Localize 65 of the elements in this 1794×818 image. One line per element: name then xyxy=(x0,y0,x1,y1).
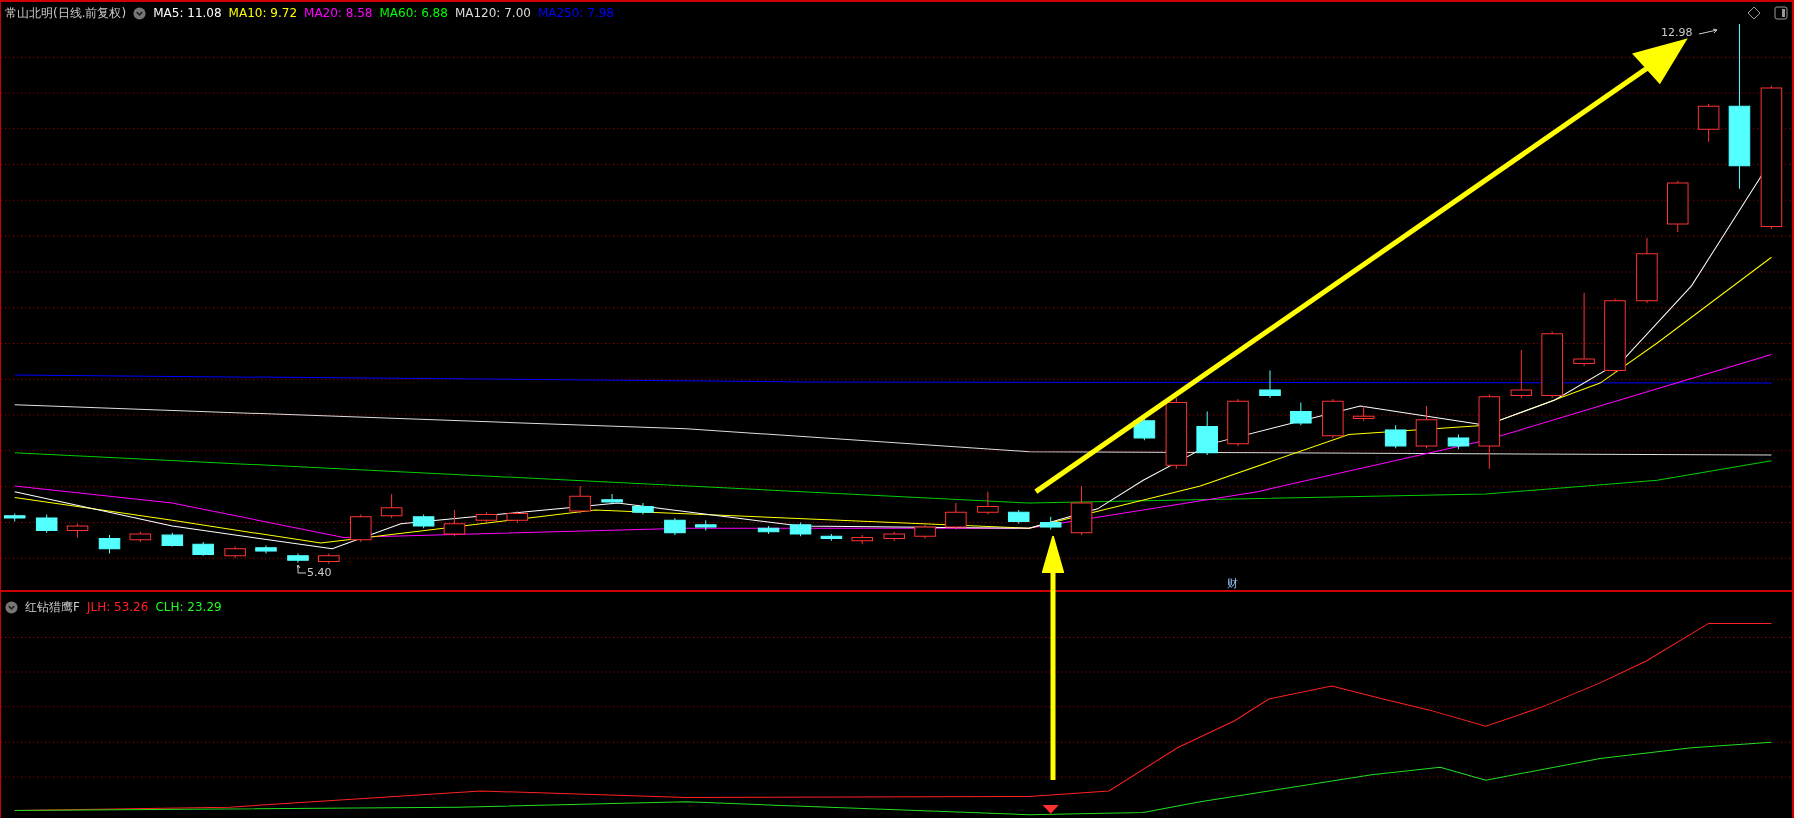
dropdown-icon[interactable] xyxy=(5,600,18,614)
candlestick xyxy=(380,493,403,519)
event-marker[interactable]: 财 xyxy=(1227,576,1238,591)
candlestick xyxy=(1667,180,1689,233)
candlestick xyxy=(1227,398,1249,447)
candlestick xyxy=(1384,424,1407,449)
moving-average-value: MA20: 8.58 xyxy=(304,6,373,20)
candlestick xyxy=(1007,509,1030,525)
candlestick xyxy=(1636,237,1658,304)
candlestick xyxy=(1510,349,1533,399)
dropdown-icon[interactable] xyxy=(133,6,147,20)
candlestick xyxy=(1196,411,1218,456)
candlestick xyxy=(412,514,435,529)
moving-average-value: MA120: 7.00 xyxy=(454,6,531,20)
leader-line xyxy=(297,564,307,574)
moving-average-value: MA60: 6.88 xyxy=(379,6,448,20)
panel-toggle-icon[interactable] xyxy=(1774,6,1788,20)
moving-average-value: MA10: 9.72 xyxy=(228,6,298,20)
candlestick xyxy=(977,491,999,516)
candlestick xyxy=(66,523,89,538)
candlestick xyxy=(789,522,812,537)
candlestick xyxy=(1541,331,1563,399)
diamond-icon[interactable] xyxy=(1747,6,1761,20)
candlestick xyxy=(664,517,686,536)
candlestick xyxy=(98,534,121,554)
candlestick xyxy=(192,541,214,557)
candlestick xyxy=(569,485,591,514)
price-label: 5.40 xyxy=(307,566,332,579)
candlestick xyxy=(1697,103,1720,143)
candlestick xyxy=(1322,398,1344,439)
candlestick xyxy=(1352,405,1375,422)
candlestick xyxy=(161,532,184,548)
candlestick xyxy=(475,511,498,524)
candlestick xyxy=(3,512,26,522)
candlestick xyxy=(1070,485,1093,536)
price-label: 12.98 xyxy=(1661,26,1693,39)
candlestick xyxy=(443,509,466,537)
candlestick xyxy=(945,502,967,530)
candlestick xyxy=(1259,369,1281,399)
candlestick xyxy=(694,519,717,532)
candlestick xyxy=(35,514,58,534)
indicator-title: 红钻猎鹰F xyxy=(25,598,80,616)
candlestick xyxy=(129,531,152,543)
moving-average-value: MA250: 7.98 xyxy=(537,6,614,20)
moving-average-value: MA5: 11.08 xyxy=(153,6,222,20)
candlestick xyxy=(255,544,277,554)
candlestick xyxy=(1447,434,1470,450)
candlestick xyxy=(914,524,936,540)
candlestick xyxy=(1290,402,1312,426)
chart-title: 常山北明(日线.前复权) xyxy=(5,4,127,22)
signal-marker-icon xyxy=(1042,805,1059,814)
candlestick xyxy=(1039,516,1062,530)
indicator-value: JLH: 53.26 xyxy=(86,600,149,614)
candlestick xyxy=(632,502,654,516)
candlestick xyxy=(506,510,529,524)
candlestick xyxy=(883,531,905,542)
candlestick xyxy=(287,552,309,564)
candlestick xyxy=(601,493,623,505)
candlestick xyxy=(224,546,246,559)
indicator-value: CLH: 23.29 xyxy=(155,600,222,614)
candlestick xyxy=(318,552,340,565)
candlestick xyxy=(1415,405,1438,449)
leader-line xyxy=(1699,28,1719,36)
candlestick xyxy=(350,514,372,543)
candlestick xyxy=(757,525,780,535)
